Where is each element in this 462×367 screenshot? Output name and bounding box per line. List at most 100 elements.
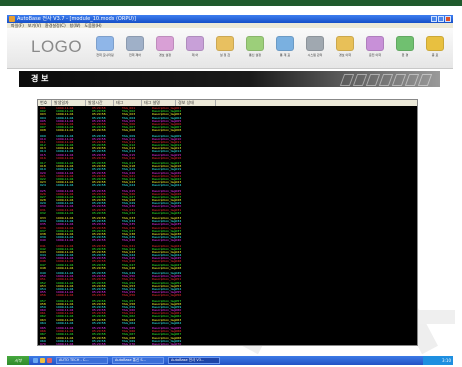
table-cell: 05:29:58 [92,321,106,325]
column-header[interactable]: 발생일자 [52,100,86,106]
column-header[interactable]: 태그 [114,100,142,106]
table-row[interactable]: 048 1999-11-04 05:29:58 TAG_048 Description_… [38,267,417,270]
top-accent-bar [0,0,462,6]
monitor-icon [96,36,114,51]
table-cell: Description_tag048 [152,266,182,270]
toolbar-button[interactable]: 전력 제어 [121,36,149,62]
table-row[interactable]: 040 1999-11-04 05:29:58 TAG_040 Description_… [38,239,417,242]
toolbar-button-label: 경보 이력 [339,53,351,57]
table-row[interactable]: 008 1999-11-04 05:29:58 TAG_008 Description_… [38,129,417,132]
table-cell: 070 [40,342,46,346]
start-button[interactable]: 시작 [7,356,29,365]
column-header[interactable]: 번호 [38,100,52,106]
statistics-icon [276,36,294,51]
table-row[interactable]: 056 1999-11-04 05:29:58 TAG_056 Description_… [38,294,417,297]
toolbar-button[interactable]: 경보 이력 [331,36,359,62]
window-title: AutoBase 전사 V3.7 - [module_10.mods (ORPU… [17,16,136,22]
taskbar-window-button[interactable]: AUTO TECH - C... [56,357,108,364]
toolbar-button-label: 전력 모니터링 [96,53,114,57]
table-cell: 064 [40,321,46,325]
maximize-button[interactable] [438,16,444,22]
clock: 3:10 [442,358,451,363]
table-cell: Description_tag064 [152,321,182,325]
header-decoration [339,74,433,86]
taskbar-window-button[interactable]: AutoBase 통신 S... [112,357,164,364]
table-cell [186,212,228,215]
table-cell: 056 [40,294,46,298]
table-cell: 032 [40,211,46,215]
toolbar-button[interactable]: 통 계 표 [271,36,299,62]
table-cell: 1999-11-04 [56,321,74,325]
environment-icon [396,36,414,51]
table-cell: 1999-11-04 [56,239,74,243]
column-header[interactable]: 발생시간 [86,100,114,106]
toolbar-button-label: 환 경 [401,53,409,57]
table-cell: TAG_064 [122,321,136,325]
table-cell: 040 [40,239,46,243]
table-cell: Description_tag016 [152,156,182,160]
column-header[interactable]: 태그 설명 [142,100,176,106]
table-cell: 05:29:58 [92,211,106,215]
network-icon [246,36,264,51]
history-icon [336,36,354,51]
table-cell: TAG_056 [122,294,136,298]
table-cell: 1999-11-04 [56,184,74,188]
table-cell [186,157,228,160]
toolbar-button[interactable]: 시스템 관리 [301,36,329,62]
table-cell: Description_tag024 [152,184,182,188]
toolbar-button[interactable]: 환 경 [391,36,419,62]
close-button[interactable] [445,16,451,22]
folder-icon [216,36,234,51]
table-cell: 05:29:58 [92,266,106,270]
toolbar-button[interactable]: 운전 이력 [361,36,389,62]
table-cell: 008 [40,129,46,133]
toolbar-button-label: 통신 설정 [249,53,261,57]
table-cell [186,129,228,132]
table-cell: Description_tag056 [152,294,182,298]
column-header[interactable]: 경보 상태 [176,100,216,106]
folder-icon[interactable] [40,358,45,363]
table-cell: TAG_040 [122,239,136,243]
toolbar-button-label: 종 료 [431,53,439,57]
control-icon [126,36,144,51]
alarm-log-header: 번호 발생일자 발생시간 태그 태그 설명 경보 상태 [38,100,417,106]
tools-icon [306,36,324,51]
table-cell [186,184,228,187]
taskbar-window-button[interactable]: AutoBase 전사 V3... [168,357,220,364]
toolbar-button[interactable]: 종 료 [421,36,449,62]
table-cell: TAG_024 [122,184,136,188]
toolbar-button-label: 전력 제어 [129,53,141,57]
table-row[interactable]: 024 1999-11-04 05:29:58 TAG_024 Description_… [38,184,417,187]
system-tray: 3:10 [423,356,453,365]
table-row[interactable]: 070 1999-11-04 05:29:58 TAG_070 Description_… [38,343,417,346]
toolbar-button[interactable]: 전력 모니터링 [91,36,119,62]
browser-icon[interactable] [33,358,38,363]
minimize-button[interactable] [431,16,437,22]
table-cell: Description_tag040 [152,239,182,243]
table-cell: TAG_048 [122,266,136,270]
toolbar-button[interactable]: 제 어 [181,36,209,62]
table-cell: 048 [40,266,46,270]
table-cell [186,343,228,346]
table-cell: 024 [40,184,46,188]
table-row[interactable]: 016 1999-11-04 05:29:58 TAG_016 Description_… [38,157,417,160]
table-cell: 016 [40,156,46,160]
table-cell: 05:29:58 [92,156,106,160]
table-cell [186,294,228,297]
table-cell: 05:29:58 [92,294,106,298]
toolbar-button[interactable]: 설 정 값 [211,36,239,62]
table-row[interactable]: 064 1999-11-04 05:29:58 TAG_064 Description_… [38,322,417,325]
taskbar: 시작 AUTO TECH - C... AutoBase 통신 S... AutoB… [7,356,453,365]
window-titlebar[interactable]: AutoBase 전사 V3.7 - [module_10.mods (ORPU… [7,15,453,23]
table-cell: TAG_016 [122,156,136,160]
table-row[interactable]: 032 1999-11-04 05:29:58 TAG_032 Description_… [38,212,417,215]
table-cell: Description_tag070 [152,342,182,346]
toolbar-button-label: 경보 설정 [159,53,171,57]
toolbar-button-label: 설 정 값 [219,53,231,57]
table-cell: 1999-11-04 [56,342,74,346]
app-icon [9,16,15,22]
table-cell: Description_tag008 [152,129,182,133]
toolbar-button[interactable]: 경보 설정 [151,36,179,62]
alarm-log-panel: 번호 발생일자 발생시간 태그 태그 설명 경보 상태 001 1999-11-04 05:2… [37,99,418,346]
toolbar-button[interactable]: 통신 설정 [241,36,269,62]
